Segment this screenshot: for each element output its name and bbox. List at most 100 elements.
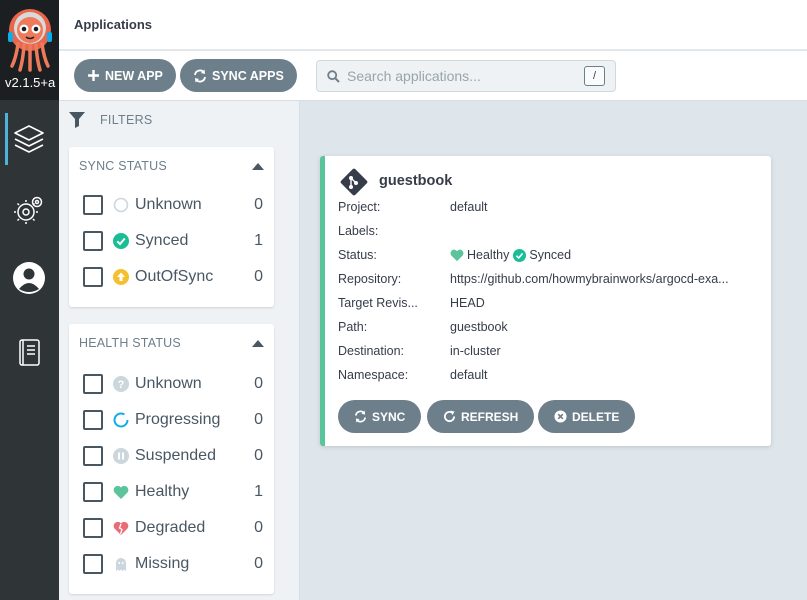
filter-row-healthy[interactable]: Healthy 1	[83, 481, 263, 503]
filter-count: 0	[254, 196, 263, 213]
filter-count: 1	[254, 483, 263, 500]
new-app-button[interactable]: NEW APP	[74, 59, 176, 92]
sync-apps-button[interactable]: SYNC APPS	[180, 59, 297, 92]
checkbox[interactable]	[83, 518, 103, 538]
search-icon	[327, 70, 340, 83]
filter-count: 0	[254, 447, 263, 464]
git-repo-icon	[340, 168, 368, 196]
field-status: Status: Healthy Synced	[338, 248, 758, 266]
health-status-filter: HEALTH STATUS ? Unknown 0 Progressing 0 …	[69, 324, 274, 594]
delete-button[interactable]: DELETE	[538, 400, 636, 433]
pause-circle-icon	[113, 448, 129, 464]
refresh-icon	[443, 410, 456, 423]
documentation-book-icon	[19, 339, 40, 366]
field-key: Target Revis...	[338, 296, 418, 310]
checkbox[interactable]	[83, 195, 103, 215]
plus-icon	[87, 69, 100, 82]
filter-count: 0	[254, 268, 263, 285]
field-path: Path: guestbook	[338, 320, 758, 338]
nav-user-info[interactable]	[0, 250, 59, 306]
filter-label: Unknown	[135, 196, 202, 213]
filter-row-synced[interactable]: Synced 1	[83, 230, 263, 252]
refresh-label: REFRESH	[461, 409, 519, 424]
svg-text:?: ?	[118, 379, 125, 391]
version-label: v2.1.5+a	[5, 75, 56, 90]
field-key: Path:	[338, 320, 368, 334]
filter-count: 0	[254, 519, 263, 536]
search-input[interactable]	[347, 65, 577, 87]
filters-panel: FILTERS SYNC STATUS Unknown 0 Synced 1 O…	[59, 101, 300, 600]
checkbox[interactable]	[83, 267, 103, 287]
field-key: Destination:	[338, 344, 405, 358]
field-value: HEAD	[450, 296, 485, 310]
heart-icon	[113, 484, 129, 500]
sync-arrows-icon	[193, 69, 207, 83]
collapse-caret-icon[interactable]	[252, 340, 264, 347]
field-labels: Labels:	[338, 224, 758, 242]
checkbox[interactable]	[83, 446, 103, 466]
broken-heart-icon	[113, 520, 129, 536]
search-shortcut-key: /	[584, 66, 605, 86]
collapse-caret-icon[interactable]	[252, 163, 264, 170]
delete-x-circle-icon	[554, 410, 567, 423]
applications-toolbar: NEW APP SYNC APPS /	[59, 51, 807, 101]
field-key: Labels:	[338, 224, 379, 238]
filter-row-sync-unknown[interactable]: Unknown 0	[83, 194, 263, 216]
filter-count: 0	[254, 555, 263, 572]
checkbox[interactable]	[83, 554, 103, 574]
field-value: default	[450, 200, 488, 214]
filter-label: Progressing	[135, 411, 221, 428]
refresh-button[interactable]: REFRESH	[427, 400, 535, 433]
status-values: Healthy Synced	[450, 248, 755, 262]
unknown-circle-icon	[113, 197, 129, 213]
filter-label: Suspended	[135, 447, 216, 464]
health-status-value: Healthy	[467, 248, 510, 262]
filter-label: OutOfSync	[135, 268, 214, 285]
nav-applications[interactable]	[0, 111, 59, 167]
delete-label: DELETE	[572, 409, 620, 424]
sync-status-title: SYNC STATUS	[79, 159, 167, 173]
filter-label: Unknown	[135, 375, 202, 392]
field-repository: Repository: https://github.com/howmybrai…	[338, 272, 758, 290]
application-tile-guestbook[interactable]: guestbook Project: default Labels: Statu…	[320, 156, 771, 446]
application-name: guestbook	[379, 173, 453, 189]
field-key: Project:	[338, 200, 381, 214]
left-navigation: v2.1.5+a	[0, 0, 59, 600]
field-value: default	[450, 368, 488, 382]
checkbox[interactable]	[83, 410, 103, 430]
filter-row-progressing[interactable]: Progressing 0	[83, 409, 263, 431]
sync-apps-label: SYNC APPS	[212, 68, 284, 83]
sync-status-filter: SYNC STATUS Unknown 0 Synced 1 OutOfSync…	[69, 147, 274, 307]
field-namespace: Namespace: default	[338, 368, 758, 386]
sync-label: SYNC	[372, 409, 406, 424]
argo-octopus-logo-icon	[8, 9, 52, 72]
nav-documentation[interactable]	[0, 325, 59, 381]
heart-icon	[450, 248, 464, 262]
page-title: Applications	[74, 17, 153, 32]
field-key: Repository:	[338, 272, 402, 286]
field-destination: Destination: in-cluster	[338, 344, 758, 362]
checkbox[interactable]	[83, 482, 103, 502]
sync-status-value: Synced	[529, 248, 572, 262]
checkbox[interactable]	[83, 374, 103, 394]
filter-label: Healthy	[135, 483, 190, 500]
filter-row-out-of-sync[interactable]: OutOfSync 0	[83, 266, 263, 288]
new-app-label: NEW APP	[105, 68, 163, 83]
checkbox[interactable]	[83, 231, 103, 251]
sync-button[interactable]: SYNC	[338, 400, 422, 433]
field-value: guestbook	[450, 320, 508, 334]
synced-check-icon	[113, 233, 129, 249]
argo-logo-area[interactable]: v2.1.5+a	[0, 0, 59, 100]
field-project: Project: default	[338, 200, 758, 218]
nav-settings[interactable]	[0, 182, 59, 238]
out-of-sync-arrow-icon	[113, 269, 129, 285]
filter-row-health-unknown[interactable]: ? Unknown 0	[83, 373, 263, 395]
filter-row-suspended[interactable]: Suspended 0	[83, 445, 263, 467]
filter-row-degraded[interactable]: Degraded 0	[83, 517, 263, 539]
filter-row-missing[interactable]: Missing 0	[83, 553, 263, 575]
applications-layers-icon	[14, 125, 44, 153]
filter-label: Missing	[135, 555, 190, 572]
synced-check-icon	[513, 248, 527, 262]
health-status-title: HEALTH STATUS	[79, 336, 181, 350]
field-target-revision: Target Revis... HEAD	[338, 296, 758, 314]
